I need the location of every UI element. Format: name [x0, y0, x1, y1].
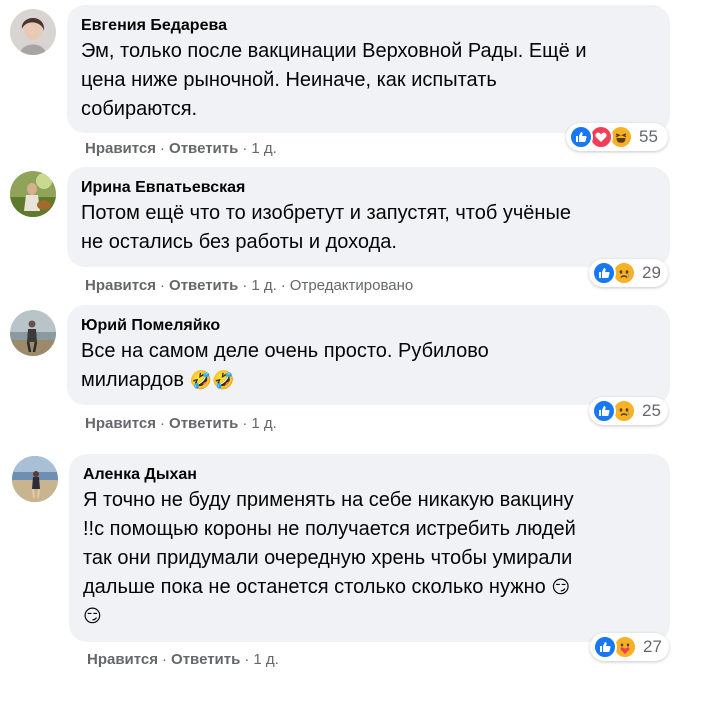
reaction-count: 29 [642, 263, 661, 282]
reply-button[interactable]: Ответить [169, 415, 238, 432]
author-name[interactable]: Юрий Помеляйко [81, 315, 656, 337]
comment-actions: Нравится · Ответить · 1 д. · Отредактировано [85, 276, 413, 296]
avatar[interactable] [10, 171, 56, 217]
reactions-summary[interactable]: 55 [566, 123, 668, 151]
comment-text-line: так они придумали очередную хрень чтобы … [83, 547, 573, 569]
comment-actions: Нравится · Ответить · 1 д. [87, 650, 279, 670]
comment-bubble: Ирина Евпатьевская Потом ещё что то изоб… [67, 167, 670, 267]
author-name[interactable]: Аленка Дыхан [83, 464, 656, 486]
timestamp[interactable]: 1 д. [251, 277, 276, 294]
comment-text-line: 😏 [83, 602, 656, 631]
avatar[interactable] [10, 9, 56, 55]
timestamp[interactable]: 1 д. [253, 651, 278, 668]
separator: · [160, 277, 166, 294]
reply-button[interactable]: Ответить [169, 140, 238, 157]
like-icon [569, 125, 593, 149]
reactions-summary[interactable]: 25 [589, 397, 668, 425]
separator: · [160, 140, 166, 157]
like-button[interactable]: Нравится [85, 415, 156, 432]
like-button[interactable]: Нравится [87, 651, 158, 668]
comment-text: милиардов [81, 369, 184, 391]
reactions-summary[interactable]: 29 [589, 259, 668, 287]
comment-text-line: собираются. [81, 98, 198, 120]
timestamp[interactable]: 1 д. [251, 415, 276, 432]
separator: · [162, 651, 168, 668]
separator: · [244, 651, 250, 668]
comment-text: дальше пока не останется столько сколько… [83, 576, 546, 598]
reply-button[interactable]: Ответить [171, 651, 240, 668]
like-button[interactable]: Нравится [85, 277, 156, 294]
comment-text-line: не остались без работы и дохода. [81, 231, 397, 253]
reaction-count: 27 [643, 637, 662, 656]
separator: · [242, 277, 248, 294]
like-button[interactable]: Нравится [85, 140, 156, 157]
like-icon [592, 261, 616, 285]
separator: · [280, 277, 286, 294]
reactions-summary[interactable]: 27 [590, 633, 669, 661]
comment-text-line: Я точно не буду применять на себе никаку… [83, 489, 574, 511]
laughing-emoji: 🤣🤣 [189, 370, 235, 391]
separator: · [242, 140, 248, 157]
avatar[interactable] [10, 310, 56, 356]
like-icon [593, 635, 617, 659]
author-name[interactable]: Ирина Евпатьевская [81, 177, 656, 199]
comment-text-line: Эм, только после вакцинации Верховной Ра… [81, 40, 587, 62]
avatar[interactable] [12, 456, 58, 502]
comment-text-line: !!с помощью короны не получается истреби… [83, 518, 576, 540]
separator: · [242, 415, 248, 432]
reaction-count: 55 [639, 127, 658, 146]
edited-label: Отредактировано [289, 277, 414, 294]
comment-actions: Нравится · Ответить · 1 д. [85, 139, 277, 159]
comment-text-line: Потом ещё что то изобретут и запустят, ч… [81, 202, 571, 224]
like-icon [592, 399, 616, 423]
comment-bubble: Аленка Дыхан Я точно не буду применять н… [69, 454, 670, 642]
timestamp[interactable]: 1 д. [251, 140, 276, 157]
comment-text-line: дальше пока не останется столько сколько… [83, 573, 656, 602]
smirk-emoji: 😏 [551, 577, 571, 598]
comment-bubble: Евгения Бедарева Эм, только после вакцин… [67, 5, 670, 133]
comment-text-line: цена ниже рыночной. Неиначе, как испытат… [81, 69, 497, 91]
comment-bubble: Юрий Помеляйко Все на самом деле очень п… [67, 305, 670, 405]
comment-actions: Нравится · Ответить · 1 д. [85, 414, 277, 434]
reply-button[interactable]: Ответить [169, 277, 238, 294]
reaction-count: 25 [642, 401, 661, 420]
smirk-emoji: 😏 [83, 606, 102, 627]
comment-text-line: милиардов 🤣🤣 [81, 366, 656, 395]
comment-text-line: Все на самом деле очень просто. Рубилово [81, 340, 489, 362]
author-name[interactable]: Евгения Бедарева [81, 15, 656, 37]
separator: · [160, 415, 166, 432]
